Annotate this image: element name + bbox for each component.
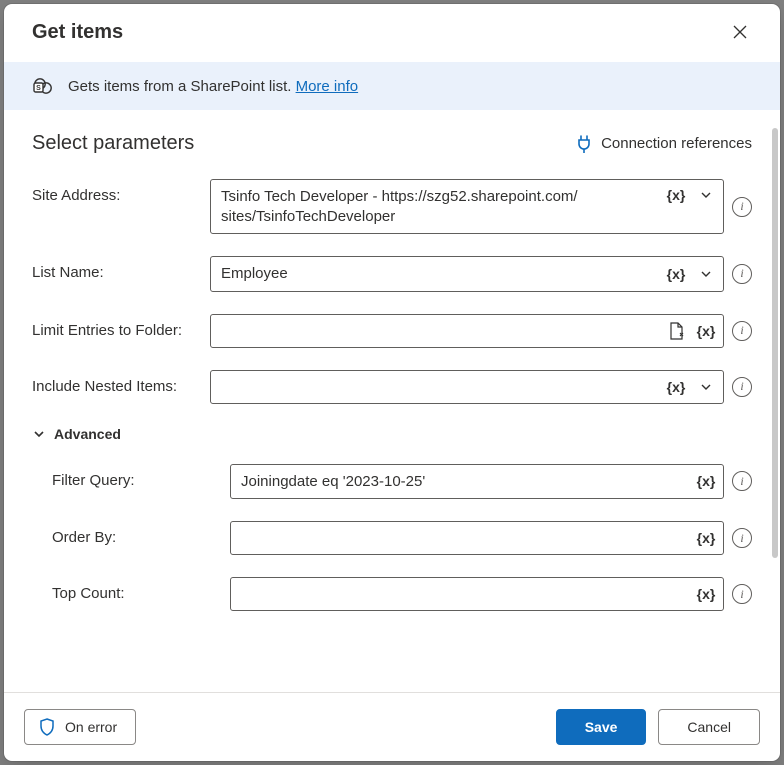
site-address-label: Site Address: bbox=[32, 179, 196, 204]
limit-folder-input[interactable]: {x} bbox=[210, 314, 724, 348]
order-by-value bbox=[231, 522, 691, 554]
scrollbar[interactable] bbox=[772, 128, 778, 558]
dialog-panel: Get items S Gets items from a SharePoint… bbox=[4, 4, 780, 761]
sharepoint-icon: S bbox=[32, 76, 54, 96]
list-name-value: Employee bbox=[211, 257, 661, 291]
section-title: Select parameters bbox=[32, 132, 194, 155]
dialog-body: Select parameters Connection references … bbox=[4, 110, 780, 692]
info-icon[interactable]: i bbox=[732, 584, 752, 604]
list-name-input[interactable]: Employee {x} bbox=[210, 256, 724, 292]
info-icon[interactable]: i bbox=[732, 264, 752, 284]
info-icon[interactable]: i bbox=[732, 528, 752, 548]
info-icon[interactable]: i bbox=[732, 197, 752, 217]
dropdown-button-list-name[interactable] bbox=[691, 259, 721, 289]
include-nested-value bbox=[211, 371, 661, 403]
dynamic-content-button[interactable]: {x} bbox=[691, 523, 721, 553]
advanced-toggle[interactable]: Advanced bbox=[32, 426, 752, 442]
top-count-value bbox=[231, 578, 691, 610]
order-by-label: Order By: bbox=[32, 521, 216, 546]
filter-query-input[interactable]: Joiningdate eq '2023-10-25' {x} bbox=[230, 464, 724, 500]
chevron-down-icon bbox=[700, 381, 712, 393]
dropdown-button-site-address[interactable] bbox=[691, 180, 721, 210]
limit-folder-value bbox=[211, 315, 661, 347]
dialog-title: Get items bbox=[32, 21, 123, 44]
include-nested-input[interactable]: {x} bbox=[210, 370, 724, 404]
connection-references-label: Connection references bbox=[601, 135, 752, 152]
order-by-input[interactable]: {x} bbox=[230, 521, 724, 555]
limit-folder-label: Limit Entries to Folder: bbox=[32, 314, 196, 339]
filter-query-value: Joiningdate eq '2023-10-25' bbox=[231, 465, 691, 499]
info-icon[interactable]: i bbox=[732, 471, 752, 491]
advanced-label: Advanced bbox=[54, 426, 121, 442]
dialog-footer: On error Save Cancel bbox=[4, 692, 780, 761]
info-strip: S Gets items from a SharePoint list. Mor… bbox=[4, 62, 780, 110]
svg-text:S: S bbox=[36, 85, 41, 92]
save-button[interactable]: Save bbox=[556, 709, 647, 745]
info-text: Gets items from a SharePoint list. More … bbox=[68, 78, 358, 95]
dynamic-content-button[interactable]: {x} bbox=[691, 466, 721, 496]
dynamic-content-button[interactable]: {x} bbox=[691, 316, 721, 346]
plug-icon bbox=[577, 135, 591, 153]
filter-query-label: Filter Query: bbox=[32, 464, 216, 489]
dropdown-button-include-nested[interactable] bbox=[691, 372, 721, 402]
chevron-down-icon bbox=[700, 189, 712, 201]
dialog-header: Get items bbox=[4, 4, 780, 62]
folder-picker-button[interactable] bbox=[661, 316, 691, 346]
include-nested-label: Include Nested Items: bbox=[32, 370, 196, 395]
dynamic-content-button[interactable]: {x} bbox=[661, 259, 691, 289]
file-picker-icon bbox=[668, 322, 684, 340]
info-icon[interactable]: i bbox=[732, 321, 752, 341]
chevron-down-icon bbox=[700, 268, 712, 280]
top-count-input[interactable]: {x} bbox=[230, 577, 724, 611]
shield-icon bbox=[39, 718, 55, 736]
site-address-input[interactable]: Tsinfo Tech Developer - https://szg52.sh… bbox=[210, 179, 724, 234]
connection-references-link[interactable]: Connection references bbox=[577, 135, 752, 153]
close-icon bbox=[733, 25, 747, 39]
close-button[interactable] bbox=[724, 16, 756, 48]
list-name-label: List Name: bbox=[32, 256, 196, 281]
info-icon[interactable]: i bbox=[732, 377, 752, 397]
on-error-button[interactable]: On error bbox=[24, 709, 136, 745]
top-count-label: Top Count: bbox=[32, 577, 216, 602]
dynamic-content-button[interactable]: {x} bbox=[661, 180, 691, 210]
on-error-label: On error bbox=[65, 719, 117, 735]
site-address-value: Tsinfo Tech Developer - https://szg52.sh… bbox=[211, 180, 661, 233]
more-info-link[interactable]: More info bbox=[296, 78, 359, 95]
dynamic-content-button[interactable]: {x} bbox=[691, 579, 721, 609]
chevron-down-icon bbox=[32, 427, 46, 441]
dynamic-content-button[interactable]: {x} bbox=[661, 372, 691, 402]
cancel-button[interactable]: Cancel bbox=[658, 709, 760, 745]
